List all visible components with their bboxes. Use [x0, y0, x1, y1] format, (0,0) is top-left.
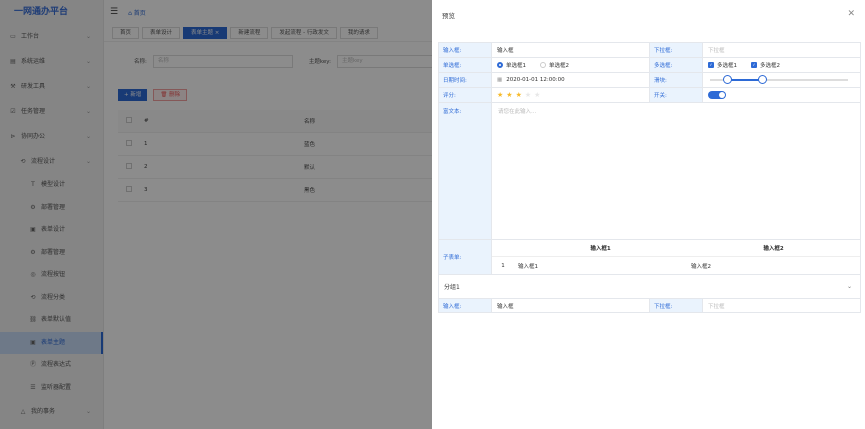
- star-filled-icon[interactable]: ★: [506, 91, 512, 99]
- subform-header: 输入框1 输入框2: [492, 240, 860, 257]
- subform-label: 子表单:: [439, 240, 492, 274]
- group-input-field[interactable]: 输入框: [492, 299, 650, 312]
- range-slider[interactable]: [710, 75, 848, 84]
- preview-drawer: 预览 ✕ 输入框: 输入框 下拉框: 下拉框 单选框: 单选框1 单选框2 多选…: [432, 0, 865, 429]
- checkbox-checked-icon: ✓: [708, 62, 714, 68]
- checkbox-checked-icon: ✓: [751, 62, 757, 68]
- input-field[interactable]: 输入框: [492, 43, 650, 57]
- radio-option-2[interactable]: 单选框2: [540, 61, 569, 69]
- select-field[interactable]: 下拉框: [703, 43, 861, 57]
- rating[interactable]: ★ ★ ★ ★ ★: [492, 88, 650, 102]
- chevron-down-icon[interactable]: ⌄: [847, 283, 852, 290]
- form-row: 输入框: 输入框 下拉框: 下拉框: [438, 42, 861, 57]
- checkbox-option-1-label: 多选框1: [717, 63, 737, 69]
- slider-range: [726, 79, 763, 81]
- subform-row-index: 1: [501, 262, 505, 269]
- drawer-title: 预览: [442, 12, 455, 20]
- radio-option-2-label: 单选框2: [549, 63, 569, 69]
- switch-cell: [703, 88, 861, 102]
- rate-label: 评分:: [439, 88, 492, 102]
- form-row: 富文本: 请您在此输入...: [438, 102, 861, 239]
- date-value: 2020-01-01 12:00:00: [506, 77, 565, 83]
- subform-header-c2: 输入框2: [763, 246, 784, 252]
- star-empty-icon[interactable]: ★: [534, 91, 540, 99]
- group-input-label: 输入框:: [439, 299, 492, 312]
- slider-cell: [703, 73, 861, 87]
- form-row: 评分: ★ ★ ★ ★ ★ 开关:: [438, 87, 861, 102]
- subform-cell-input2[interactable]: 输入框2: [687, 262, 860, 270]
- date-label: 日期时间:: [439, 73, 492, 87]
- star-empty-icon[interactable]: ★: [525, 91, 531, 99]
- date-picker[interactable]: ▦ 2020-01-01 12:00:00: [492, 73, 650, 87]
- group-header[interactable]: 分组1 ⌄: [438, 274, 861, 298]
- slider-handle-end[interactable]: [758, 75, 768, 84]
- subform-body: 1 输入框1 输入框2: [492, 257, 860, 274]
- form-row: 子表单: 输入框1 输入框2 1 输入框1 输入框2: [438, 239, 861, 274]
- subform-table: 输入框1 输入框2 1 输入框1 输入框2: [492, 240, 861, 274]
- radio-label: 单选框:: [439, 58, 492, 72]
- form-row: 单选框: 单选框1 单选框2 多选框: ✓ 多选框1 ✓ 多选框2: [438, 57, 861, 72]
- subform-header-c1: 输入框1: [590, 246, 611, 252]
- checkbox-label: 多选框:: [650, 58, 703, 72]
- form-row: 输入框: 输入框 下拉框: 下拉框: [438, 298, 861, 313]
- input-label: 输入框:: [439, 43, 492, 57]
- radio-option-1-label: 单选框1: [506, 63, 526, 69]
- checkbox-group: ✓ 多选框1 ✓ 多选框2: [703, 58, 861, 72]
- radio-option-1[interactable]: 单选框1: [497, 61, 526, 69]
- drawer-header: 预览 ✕: [432, 0, 865, 30]
- calendar-icon: ▦: [497, 77, 503, 83]
- group-select-field[interactable]: 下拉框: [703, 299, 861, 312]
- toggle-switch[interactable]: [708, 91, 726, 99]
- subform-row: 1 输入框1 输入框2: [492, 257, 860, 274]
- radio-checked-icon: [497, 62, 503, 68]
- checkbox-option-1[interactable]: ✓ 多选框1: [708, 61, 737, 69]
- preview-form: 输入框: 输入框 下拉框: 下拉框 单选框: 单选框1 单选框2 多选框: ✓ 多…: [438, 42, 861, 313]
- checkbox-option-2-label: 多选框2: [760, 63, 780, 69]
- switch-label: 开关:: [650, 88, 703, 102]
- select-label: 下拉框:: [650, 43, 703, 57]
- slider-handle-start[interactable]: [722, 75, 732, 84]
- checkbox-option-2[interactable]: ✓ 多选框2: [751, 61, 780, 69]
- group-title: 分组1: [444, 284, 460, 291]
- subform-cell-input1[interactable]: 输入框1: [514, 262, 687, 270]
- star-filled-icon[interactable]: ★: [497, 91, 503, 99]
- star-filled-icon[interactable]: ★: [516, 91, 522, 99]
- app: 一网通办平台 ▭ 工作台 ⌄ ▤ 系统运维 ⌄ ⚒ 研发工具 ⌄ ☑ 任务管理 ⌄ ⊳ 协同办公 ⌄ ⟲ 流程设…: [0, 0, 865, 429]
- slider-label: 滑块:: [650, 73, 703, 87]
- radio-group: 单选框1 单选框2: [492, 58, 650, 72]
- form-row: 日期时间: ▦ 2020-01-01 12:00:00 滑块:: [438, 72, 861, 87]
- close-icon[interactable]: ✕: [847, 9, 855, 19]
- group-select-label: 下拉框:: [650, 299, 703, 312]
- richtext-label: 富文本:: [439, 103, 492, 239]
- radio-unchecked-icon: [540, 62, 546, 68]
- richtext-editor[interactable]: 请您在此输入...: [492, 103, 861, 239]
